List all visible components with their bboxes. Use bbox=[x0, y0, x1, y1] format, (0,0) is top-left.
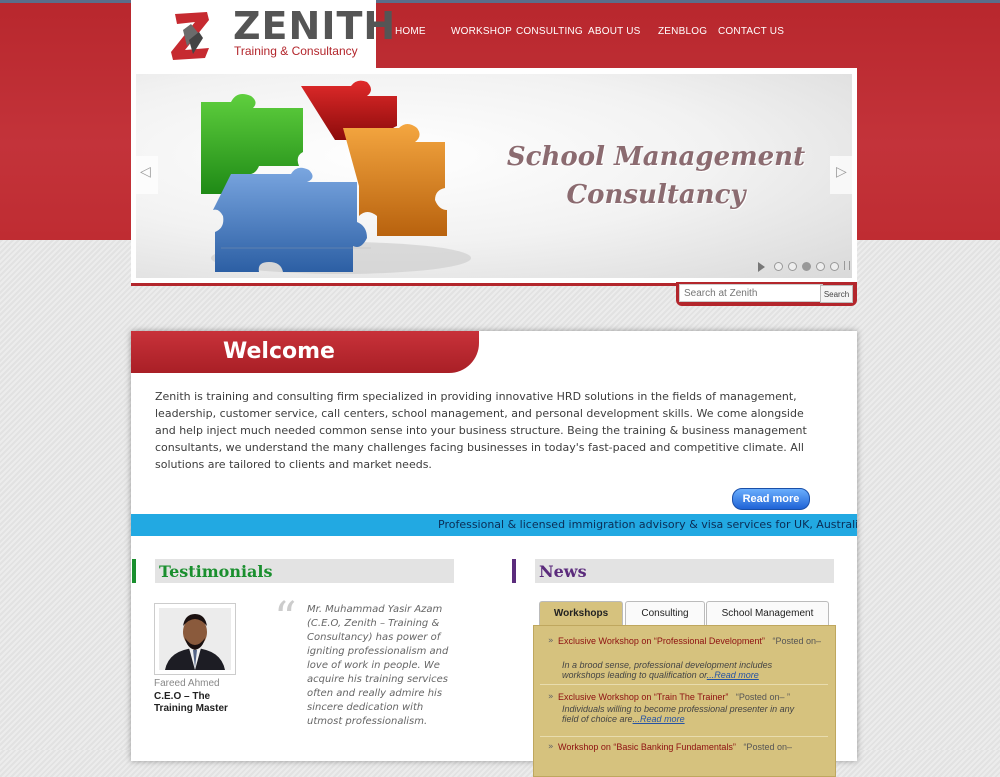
brand-tagline: Training & Consultancy bbox=[234, 44, 358, 58]
zenith-z-logo-icon bbox=[171, 12, 209, 60]
testimonial-quote: Mr. Muhammad Yasir Azam (C.E.O, Zenith –… bbox=[307, 604, 449, 727]
news-read-more-link[interactable]: ...Read more bbox=[633, 714, 685, 724]
pause-icon[interactable] bbox=[844, 261, 850, 270]
news-title: News bbox=[539, 562, 587, 581]
testimonial-person-role: C.E.O – The Training Master bbox=[154, 691, 228, 714]
news-item[interactable]: » Exclusive Workshop on “Professional De… bbox=[540, 636, 828, 685]
news-item-title-text: Workshop on “Basic Banking Fundamentals” bbox=[558, 742, 736, 752]
slider-dot-2[interactable] bbox=[788, 262, 797, 271]
banner-heading: School Management Consultancy bbox=[496, 138, 816, 214]
news-item-title[interactable]: Exclusive Workshop on “Professional Deve… bbox=[558, 636, 821, 646]
news-item-posted: “Posted on– bbox=[772, 636, 821, 646]
testimonials-header: Testimonials bbox=[132, 559, 454, 583]
news-item[interactable]: » Workshop on “Basic Banking Fundamental… bbox=[540, 742, 828, 762]
hero-banner: ◁ ▷ School Management Consultancy bbox=[131, 68, 857, 286]
news-item-title[interactable]: Workshop on “Basic Banking Fundamentals”… bbox=[558, 742, 792, 752]
read-more-button[interactable]: Read more bbox=[732, 488, 810, 510]
news-item-posted: “Posted on– bbox=[743, 742, 792, 752]
bullet-icon: » bbox=[548, 742, 554, 752]
bullet-icon: » bbox=[548, 692, 554, 702]
chevron-left-icon: ◁ bbox=[140, 164, 151, 180]
slider-dot-3[interactable] bbox=[802, 262, 811, 271]
news-item-desc: In a brood sense, professional developme… bbox=[562, 660, 812, 680]
news-item-title-text: Exclusive Workshop on “Train The Trainer… bbox=[558, 692, 729, 702]
news-item-title-text: Exclusive Workshop on “Professional Deve… bbox=[558, 636, 765, 646]
search-button[interactable]: Search bbox=[820, 285, 853, 303]
play-icon[interactable] bbox=[758, 262, 765, 272]
search-input[interactable] bbox=[679, 284, 823, 302]
person-portrait-icon bbox=[159, 608, 231, 670]
search-bar: Search bbox=[676, 282, 857, 306]
testimonial-photo bbox=[154, 603, 236, 675]
news-accent-bar bbox=[512, 559, 516, 583]
welcome-header: Welcome bbox=[131, 331, 479, 373]
brand-name: ZENITH bbox=[233, 4, 397, 48]
puzzle-pieces-image bbox=[201, 80, 471, 274]
news-read-more-link[interactable]: ...Read more bbox=[707, 670, 759, 680]
bullet-icon: » bbox=[548, 636, 554, 646]
news-item-desc: Individuals willing to become profession… bbox=[562, 704, 812, 724]
news-item-title[interactable]: Exclusive Workshop on “Train The Trainer… bbox=[558, 692, 790, 702]
news-item[interactable]: » Exclusive Workshop on “Train The Train… bbox=[540, 692, 828, 737]
welcome-title: Welcome bbox=[223, 339, 335, 364]
chevron-right-icon: ▷ bbox=[836, 164, 847, 180]
tab-workshops[interactable]: Workshops bbox=[539, 601, 623, 627]
news-header: News bbox=[512, 559, 834, 583]
nav-zenblog[interactable]: ZENBLOG bbox=[658, 26, 707, 37]
tab-consulting[interactable]: Consulting bbox=[625, 601, 705, 625]
nav-workshop[interactable]: WORKSHOP bbox=[451, 26, 512, 37]
slider-dot-5[interactable] bbox=[830, 262, 839, 271]
testimonials-accent-bar bbox=[132, 559, 136, 583]
slider-dot-4[interactable] bbox=[816, 262, 825, 271]
welcome-text: Zenith is training and consulting firm s… bbox=[155, 390, 807, 471]
main-content: Welcome Zenith is training and consultin… bbox=[131, 331, 857, 777]
news-ticker: Professional & licensed immigration advi… bbox=[131, 514, 857, 536]
banner-slide: ◁ ▷ School Management Consultancy bbox=[136, 74, 852, 278]
slider-dot-1[interactable] bbox=[774, 262, 783, 271]
news-item-posted: “Posted on– ” bbox=[735, 692, 790, 702]
banner-next-arrow[interactable]: ▷ bbox=[830, 156, 852, 194]
testimonials-title: Testimonials bbox=[159, 562, 273, 581]
nav-consulting[interactable]: CONSULTING bbox=[516, 26, 583, 37]
nav-about-us[interactable]: ABOUT US bbox=[588, 26, 641, 37]
tab-school-management[interactable]: School Management bbox=[706, 601, 829, 625]
banner-heading-line2: Consultancy bbox=[566, 180, 746, 210]
news-list: » Exclusive Workshop on “Professional De… bbox=[533, 625, 836, 777]
logo[interactable]: ZENITH Training & Consultancy bbox=[131, 0, 395, 68]
nav-contact-us[interactable]: CONTACT US bbox=[718, 26, 784, 37]
person-avatar bbox=[159, 608, 231, 670]
ticker-text[interactable]: Professional & licensed immigration advi… bbox=[438, 518, 857, 531]
banner-heading-line1: School Management bbox=[506, 142, 806, 172]
testimonial-person-name: Fareed Ahmed bbox=[154, 678, 220, 689]
quote-icon: “ bbox=[274, 593, 297, 644]
nav-home[interactable]: HOME bbox=[395, 26, 426, 37]
banner-prev-arrow[interactable]: ◁ bbox=[136, 156, 158, 194]
